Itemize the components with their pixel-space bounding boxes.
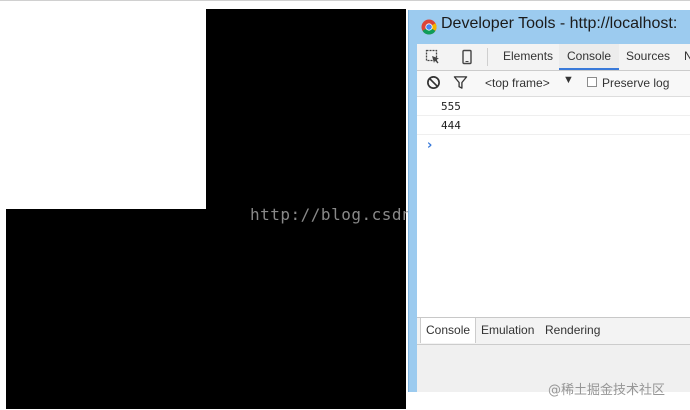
drawer-tab-rendering[interactable]: Rendering: [545, 318, 600, 343]
panel-tabbar: Elements Console Sources Ne: [417, 44, 690, 71]
tab-console[interactable]: Console: [559, 44, 620, 70]
drawer-tabbar: Console Emulation Rendering: [417, 317, 690, 345]
black-rectangle-lower: [6, 209, 406, 409]
devtools-panel: Elements Console Sources Ne <top frame> …: [417, 44, 690, 392]
dropdown-arrow-icon[interactable]: ▼: [563, 74, 574, 86]
clear-console-icon[interactable]: [426, 75, 441, 90]
tab-elements[interactable]: Elements: [503, 44, 553, 69]
frame-selector[interactable]: <top frame>: [485, 76, 550, 90]
black-square-upper: [206, 9, 406, 209]
device-mode-icon[interactable]: [459, 49, 475, 65]
preserve-log-checkbox[interactable]: [587, 77, 597, 87]
devtools-window: Developer Tools - http://localhost: Elem…: [408, 10, 690, 392]
preserve-log-label: Preserve log: [602, 76, 670, 90]
filter-icon[interactable]: [453, 75, 468, 90]
devtools-title: Developer Tools - http://localhost:: [441, 15, 678, 32]
console-message: 444: [417, 116, 690, 135]
console-message-text: 555: [441, 100, 461, 113]
devtools-titlebar[interactable]: Developer Tools - http://localhost:: [409, 10, 690, 44]
drawer-tab-console[interactable]: Console: [420, 318, 477, 343]
top-divider: [0, 0, 690, 1]
drawer-tab-emulation[interactable]: Emulation: [481, 318, 534, 343]
toolbar-separator: [487, 48, 488, 66]
credit-watermark: @稀土掘金技术社区: [548, 383, 666, 398]
console-message: 555: [417, 97, 690, 116]
chrome-icon: [421, 19, 437, 35]
tab-sources[interactable]: Sources: [626, 44, 670, 69]
prompt-caret-icon[interactable]: ›: [427, 138, 432, 153]
inspect-element-icon[interactable]: [425, 49, 441, 65]
console-toolbar: <top frame> ▼ Preserve log: [417, 71, 690, 97]
tab-network[interactable]: Ne: [684, 44, 690, 69]
console-message-text: 444: [441, 119, 461, 132]
